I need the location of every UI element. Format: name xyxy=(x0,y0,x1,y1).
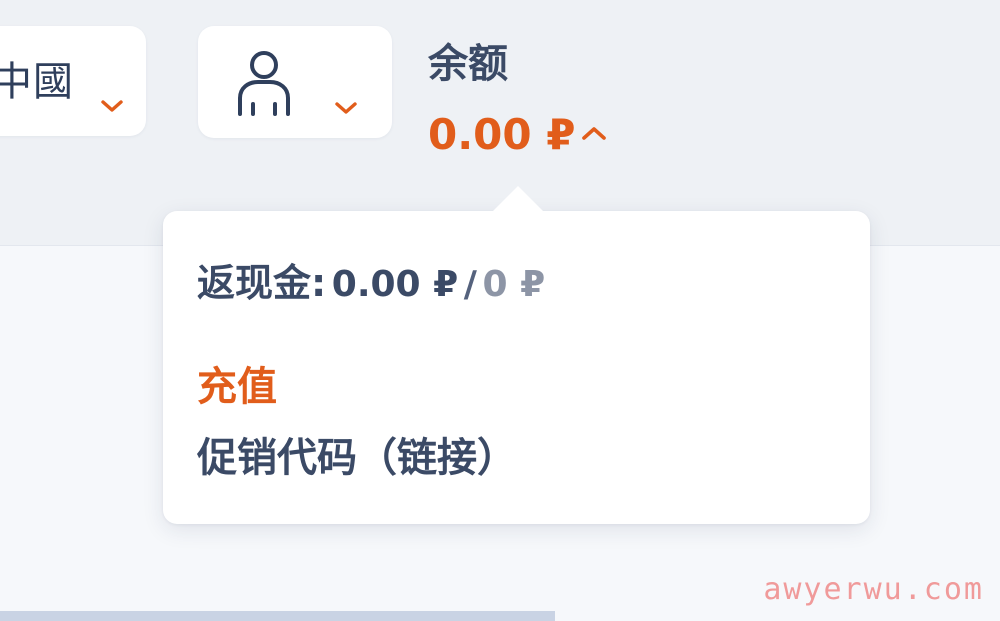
cashback-row: 返现金: 0.00 ₽ / 0 ₽ xyxy=(197,258,545,310)
account-menu-button[interactable] xyxy=(198,26,392,138)
balance-amount[interactable]: 0.00 ₽ xyxy=(428,110,575,160)
cashback-limit: 0 ₽ xyxy=(482,264,546,305)
watermark-text: awyerwu.com xyxy=(763,572,984,607)
user-icon xyxy=(238,51,290,116)
content-strip xyxy=(0,611,555,621)
popover-pointer xyxy=(490,186,546,214)
cashback-label: 返现金: xyxy=(197,261,327,305)
chevron-down-icon xyxy=(101,100,123,112)
promo-code-link[interactable]: 促销代码（链接） xyxy=(197,433,517,483)
cashback-value: 0.00 ₽ xyxy=(331,264,459,305)
language-label: 中國 xyxy=(0,59,74,105)
cashback-separator: / xyxy=(463,264,477,305)
chevron-up-icon[interactable] xyxy=(580,124,608,142)
chevron-down-icon xyxy=(335,102,357,114)
language-selector[interactable]: 中國 xyxy=(0,26,146,136)
balance-label: 余额 xyxy=(428,41,508,87)
top-up-link[interactable]: 充值 xyxy=(197,362,277,412)
